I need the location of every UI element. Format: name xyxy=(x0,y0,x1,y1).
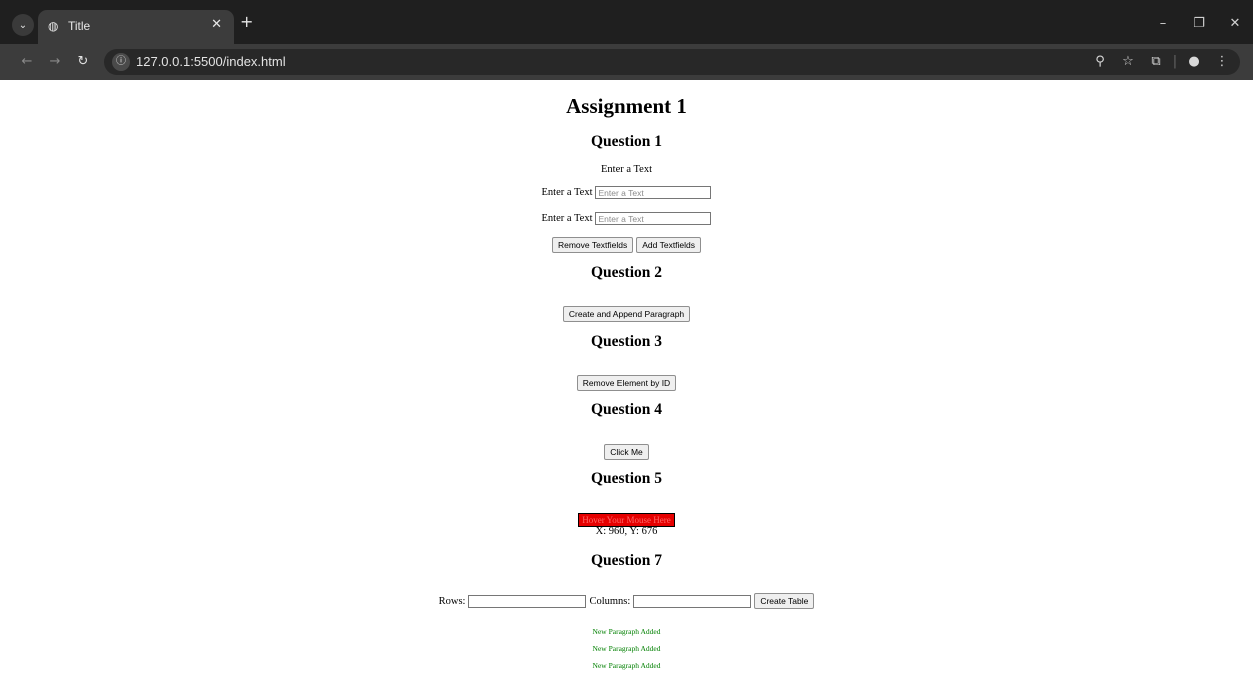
window-controls: – ❐ ✕ xyxy=(1145,10,1253,38)
rows-label: Rows: xyxy=(438,595,466,607)
remove-textfields-button[interactable]: Remove Textfields xyxy=(551,237,634,253)
rows-input[interactable] xyxy=(468,594,587,608)
restore-icon[interactable]: ❐ xyxy=(1181,10,1217,38)
profile-icon[interactable]: ● xyxy=(1182,51,1206,73)
tab-title: Title xyxy=(68,19,91,33)
zoom-icon[interactable]: ⚲ xyxy=(1088,51,1112,73)
bookmark-star-icon[interactable]: ☆ xyxy=(1116,51,1140,73)
site-info-icon[interactable]: ⓘ xyxy=(112,53,130,71)
question-4-heading: Question 4 xyxy=(590,401,663,418)
question-1-subtitle: Enter a Text xyxy=(601,164,652,175)
toolbar-divider: | xyxy=(1172,54,1178,69)
page-content: Assignment 1 Question 1 Enter a Text Ent… xyxy=(0,80,1253,673)
mouse-coordinates: X: 960, Y: 676 xyxy=(595,526,658,537)
minimize-icon[interactable]: – xyxy=(1145,10,1181,38)
browser-tab[interactable]: ◍ Title ✕ xyxy=(38,10,234,44)
create-table-button[interactable]: Create Table xyxy=(754,593,815,609)
question-2-heading: Question 2 xyxy=(590,264,663,281)
question-5-heading: Question 5 xyxy=(590,470,663,487)
reload-icon[interactable]: ↻ xyxy=(74,53,92,71)
columns-label: Columns: xyxy=(589,595,631,607)
page-title: Assignment 1 xyxy=(566,94,687,118)
appended-paragraph: New Paragraph Added xyxy=(592,627,661,636)
question-1-buttons: Remove Textfields Add Textfields xyxy=(0,237,1253,253)
appended-paragraph: New Paragraph Added xyxy=(592,661,661,670)
columns-input[interactable] xyxy=(633,594,752,608)
browser-titlebar: ⌄ ◍ Title ✕ + – ❐ ✕ xyxy=(0,0,1253,44)
text-field-label: Enter a Text xyxy=(541,187,593,198)
click-me-button[interactable]: Click Me xyxy=(604,444,649,460)
url-text[interactable]: 127.0.0.1:5500/index.html xyxy=(136,54,286,69)
add-textfields-button[interactable]: Add Textfields xyxy=(636,237,702,253)
create-append-paragraph-button[interactable]: Create and Append Paragraph xyxy=(562,306,691,322)
text-field-input[interactable] xyxy=(595,212,712,225)
question-1-heading: Question 1 xyxy=(590,133,663,150)
tab-close-icon[interactable]: ✕ xyxy=(211,17,222,32)
question-7-heading: Question 7 xyxy=(590,552,663,569)
forward-arrow-icon[interactable]: → xyxy=(46,53,64,71)
new-tab-plus-icon[interactable]: + xyxy=(240,14,253,30)
browser-toolbar: ← → ↻ ⓘ 127.0.0.1:5500/index.html ⚲ ☆ ⧉ … xyxy=(0,44,1253,80)
text-field-row-2: Enter a Text xyxy=(0,212,1253,225)
back-arrow-icon[interactable]: ← xyxy=(18,53,36,71)
text-field-input[interactable] xyxy=(595,186,712,199)
remove-element-by-id-button[interactable]: Remove Element by ID xyxy=(576,375,677,391)
table-creator-row: Rows: Columns: Create Table xyxy=(0,593,1253,609)
text-field-row-1: Enter a Text xyxy=(0,186,1253,199)
address-bar[interactable]: ⓘ 127.0.0.1:5500/index.html ⚲ ☆ ⧉ | ● ⋮ xyxy=(104,49,1240,75)
question-3-heading: Question 3 xyxy=(590,333,663,350)
question-4-row: Click Me xyxy=(0,444,1253,460)
text-field-label: Enter a Text xyxy=(541,213,593,224)
close-window-icon[interactable]: ✕ xyxy=(1217,10,1253,38)
question-2-row: Create and Append Paragraph xyxy=(0,306,1253,322)
question-5-row: Hover Your Mouse Here xyxy=(0,513,1253,527)
tab-search-chevron-icon[interactable]: ⌄ xyxy=(12,14,34,36)
globe-icon: ◍ xyxy=(48,19,59,33)
appended-paragraph: New Paragraph Added xyxy=(592,644,661,653)
menu-kebab-icon[interactable]: ⋮ xyxy=(1210,51,1234,73)
toolbar-actions: ⚲ ☆ ⧉ | ● ⋮ xyxy=(1088,51,1234,73)
hover-area[interactable]: Hover Your Mouse Here xyxy=(578,513,675,527)
extensions-puzzle-icon[interactable]: ⧉ xyxy=(1144,51,1168,73)
question-3-row: Remove Element by ID xyxy=(0,375,1253,391)
